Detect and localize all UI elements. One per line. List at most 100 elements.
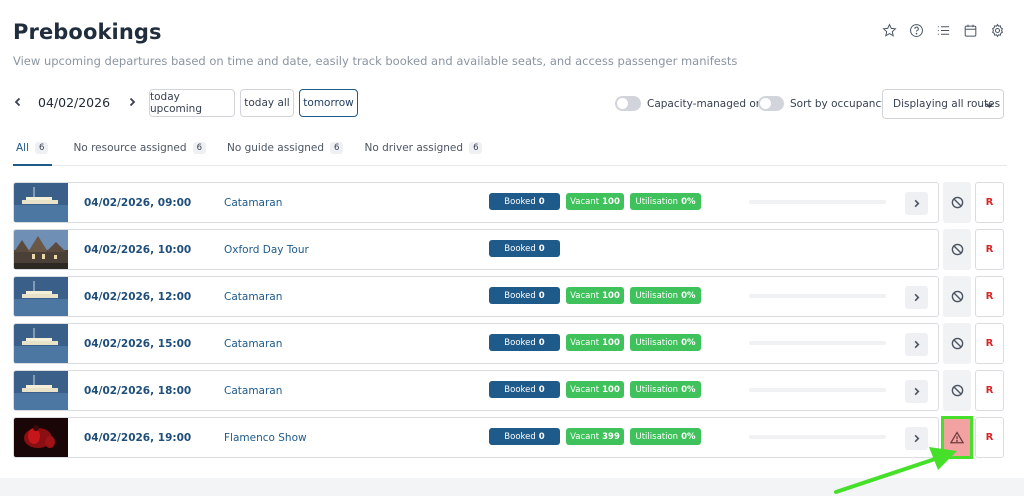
occupancy-progress-bar: [749, 294, 886, 298]
open-departure-button[interactable]: [905, 427, 928, 450]
vacant-count: 100: [602, 196, 620, 207]
departure-row-main[interactable]: 04/02/2026, 19:00 Flamenco Show Booked 0 …: [13, 417, 939, 458]
utilisation-badge: Utilisation 0%: [630, 381, 701, 398]
utilisation-value: 0%: [681, 384, 696, 395]
vacant-count: 100: [602, 290, 620, 301]
star-icon[interactable]: [881, 22, 898, 39]
block-departure-button[interactable]: [943, 229, 971, 270]
warning-button[interactable]: [941, 416, 973, 459]
tour-name[interactable]: Oxford Day Tour: [224, 244, 309, 256]
previous-day-button[interactable]: [10, 92, 26, 112]
booked-count: 0: [538, 196, 545, 207]
list-icon[interactable]: [935, 22, 952, 39]
calendar-icon[interactable]: [962, 22, 979, 39]
block-departure-button[interactable]: [943, 323, 971, 364]
occupancy-progress-bar: [749, 435, 886, 439]
gear-icon[interactable]: [989, 22, 1006, 39]
today-all-button[interactable]: today all: [240, 89, 294, 117]
ban-icon: [951, 243, 963, 256]
r-button[interactable]: R: [975, 417, 1004, 458]
open-departure-button[interactable]: [905, 192, 928, 215]
catamaran-thumbnail: [14, 183, 68, 222]
page-subtitle: View upcoming departures based on time a…: [13, 54, 738, 68]
ban-icon: [951, 290, 963, 303]
departure-datetime: 04/02/2026, 18:00: [84, 385, 192, 397]
capacity-managed-toggle[interactable]: [615, 96, 641, 111]
departure-row-main[interactable]: 04/02/2026, 15:00 Catamaran Booked 0 Vaca…: [13, 323, 939, 364]
tab-no-resource[interactable]: No resource assigned 6: [70, 138, 206, 166]
catamaran-thumbnail: [14, 277, 68, 316]
open-departure-button[interactable]: [905, 333, 928, 356]
booked-label: Booked: [504, 290, 536, 301]
tour-name[interactable]: Catamaran: [224, 338, 282, 350]
r-button[interactable]: R: [975, 182, 1004, 223]
prebookings-page: Prebookings View upcoming departures bas…: [0, 0, 1024, 478]
utilisation-badge: Utilisation 0%: [630, 428, 701, 445]
utilisation-value: 0%: [681, 431, 696, 442]
departure-row-main[interactable]: 04/02/2026, 18:00 Catamaran Booked 0 Vaca…: [13, 370, 939, 411]
tab-no-guide[interactable]: No guide assigned 6: [224, 138, 344, 166]
flamenco-thumbnail: [14, 418, 68, 457]
utilisation-label: Utilisation: [635, 384, 679, 395]
booked-badge: Booked 0: [489, 240, 560, 257]
booked-count: 0: [538, 431, 545, 442]
vacant-badge: Vacant 399: [566, 428, 624, 445]
r-button[interactable]: R: [975, 370, 1004, 411]
help-icon[interactable]: [908, 22, 925, 39]
block-departure-button[interactable]: [943, 182, 971, 223]
booked-count: 0: [538, 384, 545, 395]
block-departure-button[interactable]: [943, 370, 971, 411]
utilisation-badge: Utilisation 0%: [630, 193, 701, 210]
r-button[interactable]: R: [975, 323, 1004, 364]
open-departure-button[interactable]: [905, 286, 928, 309]
departure-datetime: 04/02/2026, 12:00: [84, 291, 192, 303]
vacant-label: Vacant: [570, 431, 600, 442]
ban-icon: [951, 384, 963, 397]
tab-count: 6: [330, 142, 344, 154]
tour-name[interactable]: Catamaran: [224, 385, 282, 397]
booked-badge: Booked 0: [489, 381, 560, 398]
departure-row-main[interactable]: 04/02/2026, 10:00 Oxford Day Tour Booked…: [13, 229, 939, 270]
utilisation-label: Utilisation: [635, 431, 679, 442]
departure-row: 04/02/2026, 18:00 Catamaran Booked 0 Vaca…: [13, 370, 1024, 411]
chevron-right-icon: [914, 434, 920, 443]
tour-name[interactable]: Catamaran: [224, 291, 282, 303]
utilisation-label: Utilisation: [635, 337, 679, 348]
departure-row: 04/02/2026, 12:00 Catamaran Booked 0 Vaca…: [13, 276, 1024, 317]
departure-row-main[interactable]: 04/02/2026, 12:00 Catamaran Booked 0 Vaca…: [13, 276, 939, 317]
capacity-managed-label: Capacity-managed only: [647, 97, 772, 110]
r-button[interactable]: R: [975, 276, 1004, 317]
route-select[interactable]: Displaying all routes: [882, 89, 1004, 119]
utilisation-value: 0%: [681, 196, 696, 207]
vacant-badge: Vacant 100: [566, 334, 624, 351]
tab-no-driver[interactable]: No driver assigned 6: [361, 138, 483, 166]
tour-name[interactable]: Catamaran: [224, 197, 282, 209]
next-day-button[interactable]: [124, 92, 140, 112]
booked-badge: Booked 0: [489, 428, 560, 445]
tab-all[interactable]: All 6: [13, 138, 53, 166]
booked-label: Booked: [504, 384, 536, 395]
sort-occupancy-toggle[interactable]: [758, 96, 784, 111]
today-upcoming-button[interactable]: today upcoming: [149, 89, 235, 117]
block-departure-button[interactable]: [943, 276, 971, 317]
booked-label: Booked: [504, 243, 536, 254]
current-date[interactable]: 04/02/2026: [38, 95, 110, 110]
chevron-right-icon: [914, 199, 920, 208]
vacant-label: Vacant: [570, 337, 600, 348]
vacant-label: Vacant: [570, 290, 600, 301]
booked-count: 0: [538, 337, 545, 348]
open-departure-button[interactable]: [905, 380, 928, 403]
oxford-thumbnail: [14, 230, 68, 269]
occupancy-progress-bar: [749, 200, 886, 204]
tour-name[interactable]: Flamenco Show: [224, 432, 307, 444]
capacity-managed-toggle-group: Capacity-managed only: [615, 96, 772, 111]
catamaran-thumbnail: [14, 324, 68, 363]
top-toolbar: [881, 22, 1006, 39]
booked-label: Booked: [504, 196, 536, 207]
tomorrow-button[interactable]: tomorrow: [299, 89, 358, 117]
departure-row-main[interactable]: 04/02/2026, 09:00 Catamaran Booked 0 Vaca…: [13, 182, 939, 223]
tab-label: All: [16, 142, 30, 154]
vacant-count: 100: [602, 384, 620, 395]
r-button[interactable]: R: [975, 229, 1004, 270]
catamaran-thumbnail: [14, 371, 68, 410]
